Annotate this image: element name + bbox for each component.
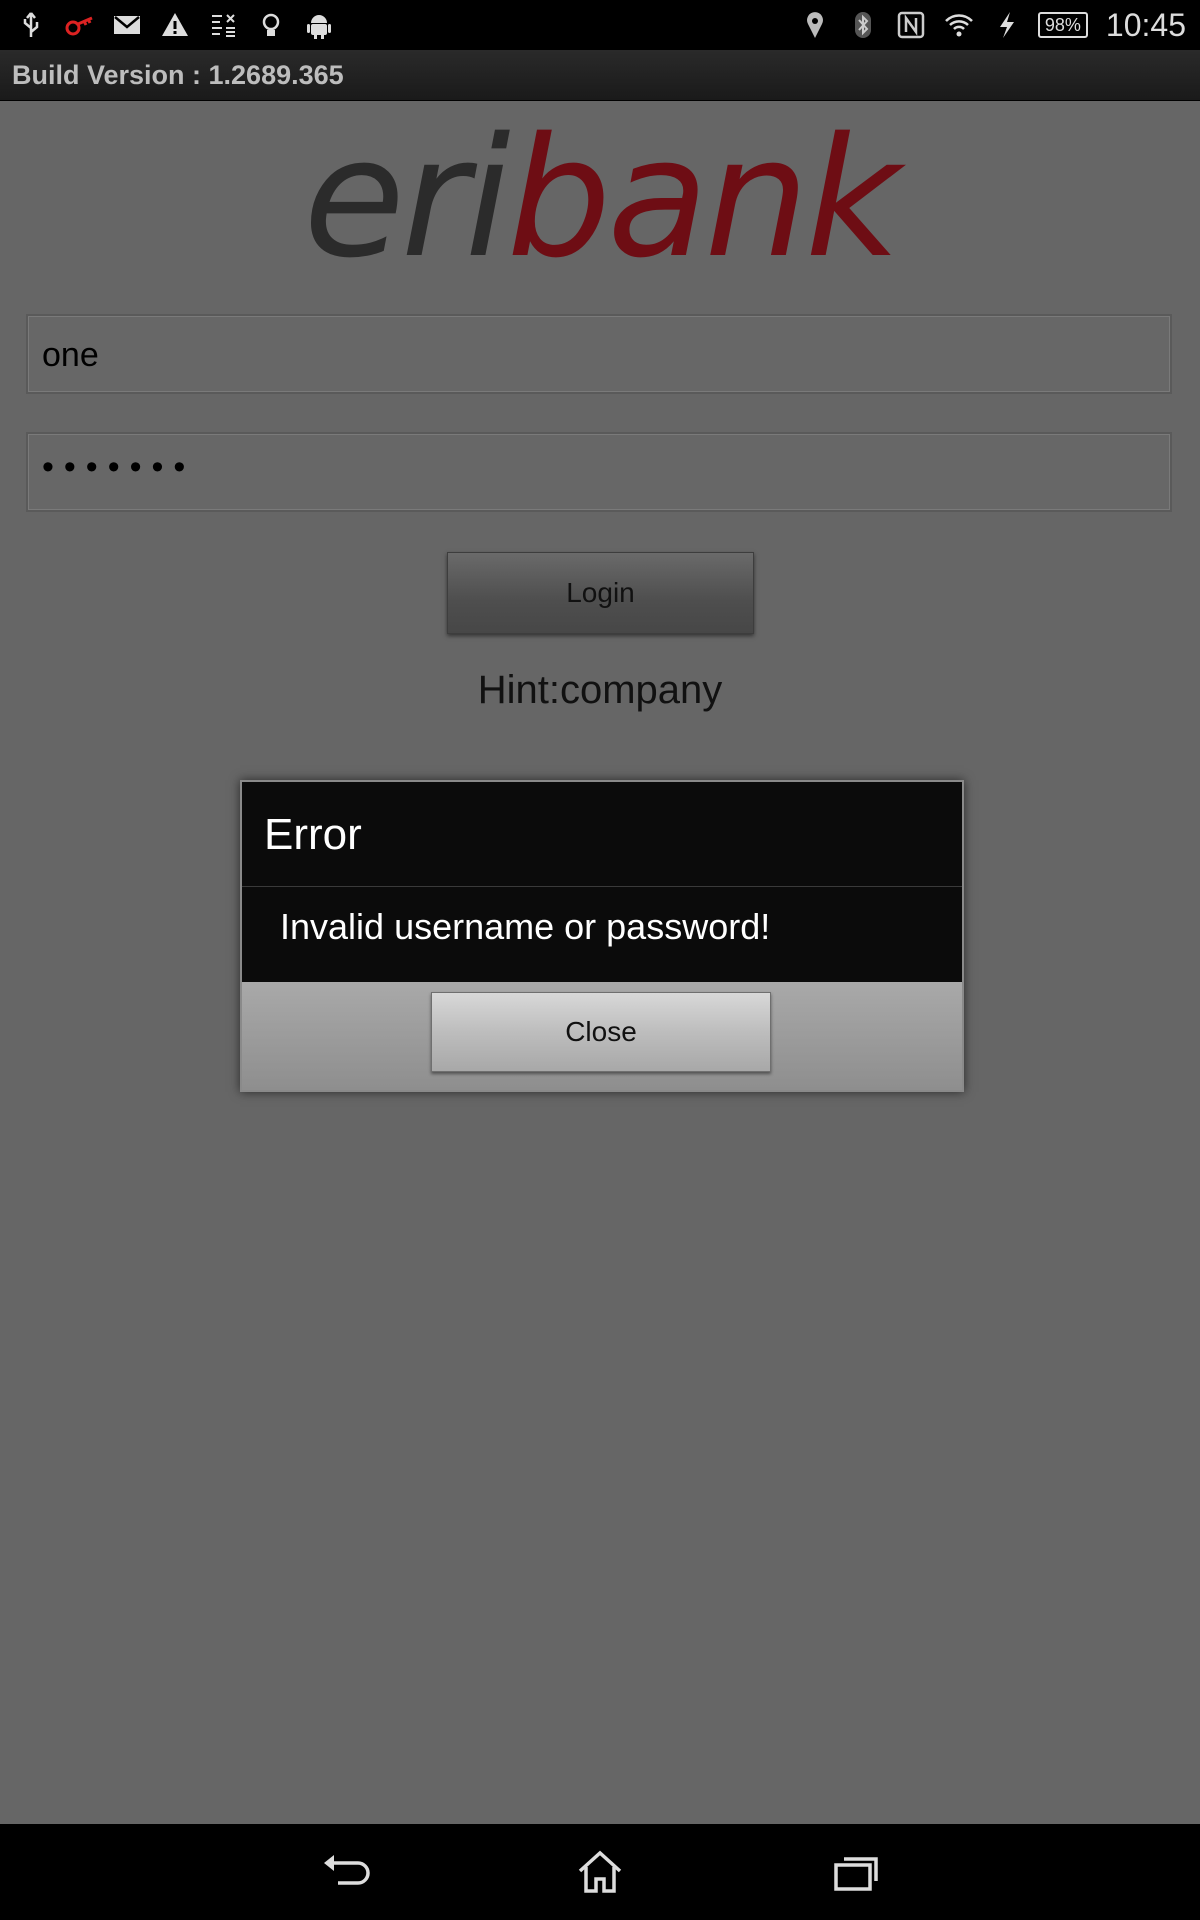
dialog-title-bar: Error	[242, 782, 962, 887]
android-icon	[302, 8, 336, 42]
navigation-bar	[0, 1824, 1200, 1920]
text-list-icon	[206, 8, 240, 42]
dialog-title: Error	[264, 810, 362, 859]
logo-part-eri: eri	[303, 102, 510, 294]
password-field[interactable]: •••••••	[26, 432, 1172, 512]
back-icon[interactable]	[314, 1846, 374, 1898]
status-icons-right: 98% 10:45	[798, 6, 1186, 44]
dialog-message: Invalid username or password!	[280, 906, 771, 947]
password-mask: •••••••	[42, 448, 196, 486]
dialog-footer: Close	[242, 982, 962, 1090]
gmail-icon	[110, 8, 144, 42]
hint-text: Hint:company	[477, 668, 723, 712]
close-button[interactable]: Close	[431, 992, 771, 1072]
lightbulb-icon	[254, 8, 288, 42]
recent-apps-icon[interactable]	[826, 1846, 886, 1898]
red-key-icon	[62, 8, 96, 42]
usb-icon	[14, 8, 48, 42]
login-button[interactable]: Login	[447, 552, 754, 634]
bluetooth-icon	[846, 8, 880, 42]
build-version-label: Build Version : 1.2689.365	[12, 60, 344, 90]
location-icon	[798, 8, 832, 42]
warning-icon	[158, 8, 192, 42]
battery-indicator: 98%	[1037, 12, 1088, 38]
error-dialog: Error Invalid username or password! Clos…	[240, 780, 964, 1092]
home-icon[interactable]	[570, 1846, 630, 1898]
build-version-bar: Build Version : 1.2689.365	[0, 50, 1200, 101]
status-bar: 98% 10:45	[0, 0, 1200, 50]
wifi-icon	[942, 8, 976, 42]
username-value: one	[42, 336, 99, 374]
logo-part-bank: bank	[506, 102, 901, 294]
charging-icon	[990, 8, 1024, 42]
nfc-icon	[894, 8, 928, 42]
clock: 10:45	[1105, 6, 1186, 43]
username-field[interactable]: one	[26, 314, 1172, 394]
eribank-logo: eribank	[0, 108, 1200, 288]
status-icons-left	[14, 6, 336, 44]
